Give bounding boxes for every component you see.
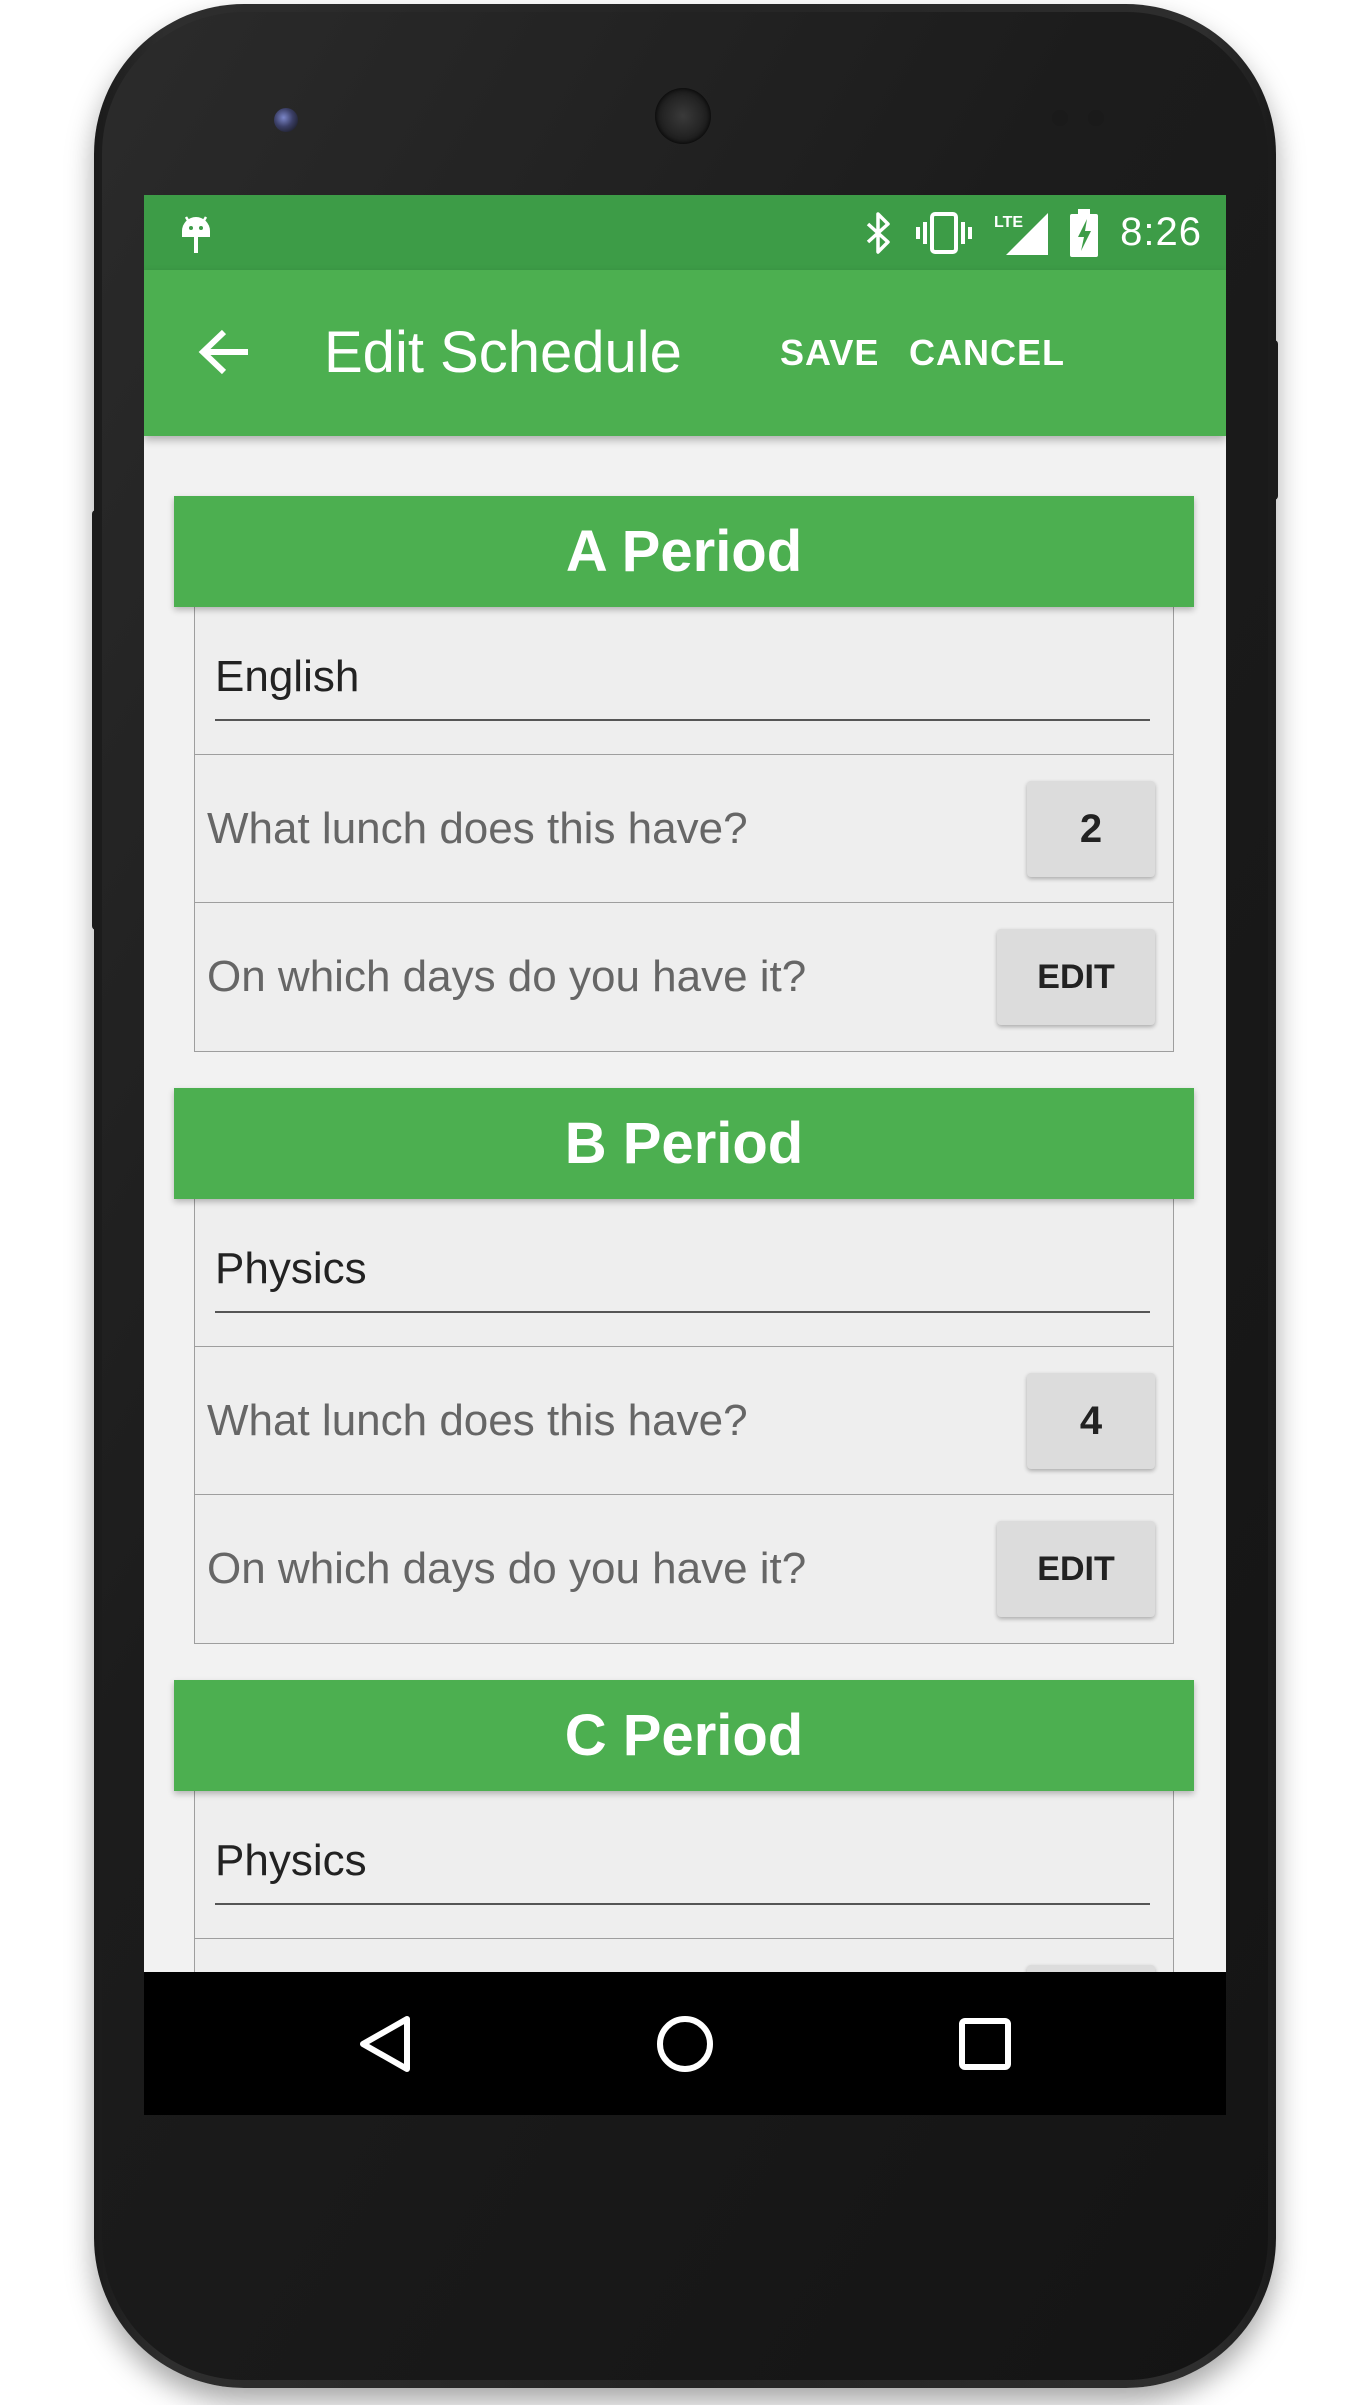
front-camera bbox=[274, 108, 298, 132]
bluetooth-icon bbox=[866, 211, 890, 254]
days-row: On which days do you have it? EDIT bbox=[195, 1495, 1173, 1643]
lunch-row: What lunch does this have? 4 bbox=[195, 1347, 1173, 1495]
arrow-back-icon bbox=[198, 329, 248, 375]
period-card-c: C Period bbox=[174, 1680, 1194, 1972]
page-title: Edit Schedule bbox=[324, 320, 682, 385]
nav-back-button[interactable] bbox=[315, 1972, 455, 2115]
days-question: On which days do you have it? bbox=[207, 1544, 807, 1593]
lunch-row: What lunch does this have? 2 bbox=[195, 755, 1173, 903]
app-bar: Edit Schedule SAVE CANCEL bbox=[144, 270, 1226, 436]
schedule-list[interactable]: A Period What lunch does this have? 2 On… bbox=[144, 436, 1226, 1972]
recents-square-icon bbox=[959, 2017, 1011, 2070]
lunch-button[interactable] bbox=[1027, 1965, 1155, 1972]
lte-signal-icon: LTE bbox=[994, 212, 1049, 255]
class-name-row bbox=[195, 1199, 1173, 1347]
lunch-button[interactable]: 2 bbox=[1027, 781, 1155, 877]
days-row: On which days do you have it? EDIT bbox=[195, 903, 1173, 1051]
class-name-row bbox=[195, 607, 1173, 755]
days-question: On which days do you have it? bbox=[207, 952, 807, 1001]
navigation-bar bbox=[144, 1972, 1226, 2115]
class-name-field[interactable] bbox=[215, 1819, 1150, 1905]
power-button bbox=[1270, 340, 1278, 500]
period-body bbox=[194, 1791, 1174, 1972]
volume-button bbox=[92, 510, 100, 930]
earpiece-speaker bbox=[655, 88, 711, 144]
period-body: What lunch does this have? 2 On which da… bbox=[194, 607, 1174, 1052]
home-circle-icon bbox=[657, 2015, 713, 2072]
period-header: B Period bbox=[174, 1088, 1194, 1199]
class-name-row bbox=[195, 1791, 1173, 1939]
lunch-question: What lunch does this have? bbox=[207, 804, 748, 853]
lunch-question: What lunch does this have? bbox=[207, 1396, 748, 1445]
android-icon bbox=[182, 216, 210, 253]
nav-home-button[interactable] bbox=[615, 1972, 755, 2115]
period-card-a: A Period What lunch does this have? 2 On… bbox=[174, 496, 1194, 1052]
period-header: C Period bbox=[174, 1680, 1194, 1791]
edit-days-button[interactable]: EDIT bbox=[997, 1521, 1155, 1617]
proximity-sensor bbox=[1052, 110, 1068, 126]
light-sensor bbox=[1088, 110, 1104, 126]
period-body: What lunch does this have? 4 On which da… bbox=[194, 1199, 1174, 1644]
class-name-field[interactable] bbox=[215, 1227, 1150, 1313]
save-button[interactable]: SAVE bbox=[780, 270, 879, 436]
vibrate-icon bbox=[916, 211, 973, 254]
back-triangle-icon bbox=[360, 2015, 410, 2072]
screen: LTE 8:26 Edit Schedule SAVE CANCEL A Per… bbox=[144, 195, 1226, 2115]
svg-text:LTE: LTE bbox=[994, 214, 1023, 231]
edit-days-button[interactable]: EDIT bbox=[997, 929, 1155, 1025]
period-card-b: B Period What lunch does this have? 4 On… bbox=[174, 1088, 1194, 1644]
nav-recents-button[interactable] bbox=[915, 1972, 1055, 2115]
lunch-row bbox=[195, 1939, 1173, 1972]
status-bar: LTE 8:26 bbox=[144, 195, 1226, 270]
cancel-button[interactable]: CANCEL bbox=[909, 270, 1065, 436]
class-name-field[interactable] bbox=[215, 635, 1150, 721]
clock: 8:26 bbox=[1120, 210, 1202, 254]
battery-charging-icon bbox=[1070, 208, 1099, 257]
back-button[interactable] bbox=[184, 312, 264, 392]
period-header: A Period bbox=[174, 496, 1194, 607]
status-icons: LTE 8:26 bbox=[864, 195, 1202, 270]
lunch-button[interactable]: 4 bbox=[1027, 1373, 1155, 1469]
